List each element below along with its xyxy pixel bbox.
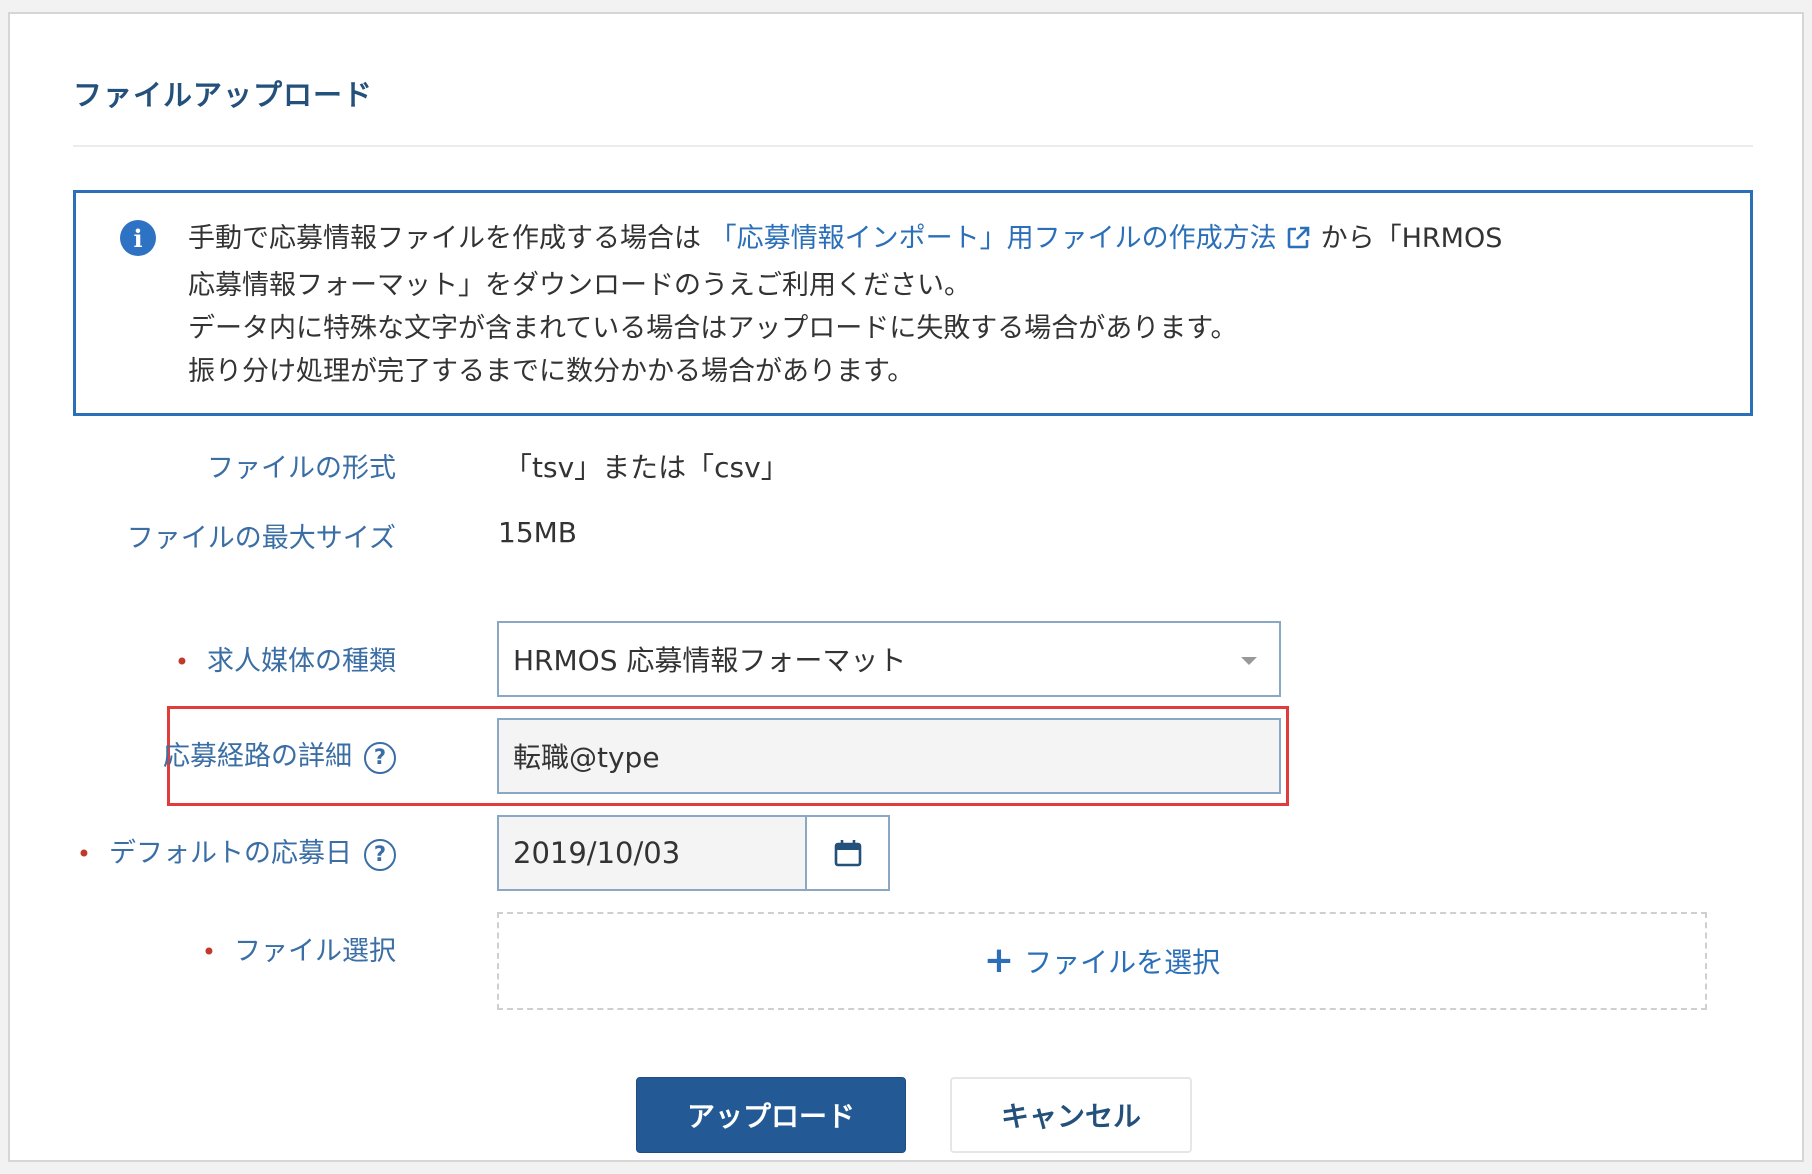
- notice-line3: データ内に特殊な文字が含まれている場合はアップロードに失敗する場合があります。: [188, 313, 1238, 344]
- file-select-dropzone[interactable]: + ファイルを選択: [497, 912, 1707, 1010]
- file-select-label-text: ファイル選択: [234, 936, 396, 967]
- import-file-guide-link[interactable]: 「応募情報インポート」用ファイルの作成方法: [710, 223, 1277, 254]
- info-notice: i 手動で応募情報ファイルを作成する場合は 「応募情報インポート」用ファイルの作…: [73, 190, 1753, 416]
- title-divider: [73, 145, 1753, 147]
- cancel-button[interactable]: キャンセル: [950, 1077, 1192, 1153]
- file-format-value: 「tsv」または「csv」: [504, 451, 789, 484]
- upload-button[interactable]: アップロード: [636, 1077, 906, 1153]
- notice-line2: 応募情報フォーマット」をダウンロードのうえご利用ください。: [188, 270, 971, 301]
- route-detail-label: 応募経路の詳細?: [163, 734, 396, 774]
- notice-line4: 振り分け処理が完了するまでに数分かかる場合があります。: [188, 356, 915, 387]
- plus-icon: +: [983, 940, 1015, 981]
- required-mark: •: [76, 840, 91, 868]
- calendar-button[interactable]: [805, 815, 890, 891]
- help-icon[interactable]: ?: [364, 741, 396, 774]
- external-link-icon[interactable]: [1285, 221, 1311, 264]
- help-icon[interactable]: ?: [364, 838, 396, 871]
- route-detail-label-text: 応募経路の詳細: [163, 741, 352, 772]
- upload-dialog: ファイルアップロード i 手動で応募情報ファイルを作成する場合は 「応募情報イン…: [18, 34, 1786, 1154]
- notice-line1-suffix: から「HRMOS: [1320, 223, 1503, 254]
- media-type-label: • 求人媒体の種類: [175, 639, 396, 678]
- required-mark: •: [201, 938, 216, 966]
- max-size-value: 15MB: [498, 516, 577, 549]
- default-date-label: • デフォルトの応募日?: [77, 831, 396, 871]
- media-type-select[interactable]: HRMOS 応募情報フォーマット: [497, 621, 1281, 697]
- default-date-input[interactable]: 2019/10/03: [497, 815, 807, 891]
- file-select-button-label: ファイルを選択: [1024, 946, 1221, 979]
- chevron-down-icon: [1241, 657, 1257, 665]
- default-date-label-text: デフォルトの応募日: [109, 838, 352, 869]
- route-detail-value: 転職@type: [513, 741, 660, 774]
- media-type-selected-value: HRMOS 応募情報フォーマット: [513, 644, 907, 677]
- required-mark: •: [174, 648, 189, 676]
- calendar-icon: [834, 840, 861, 867]
- notice-line1-prefix: 手動で応募情報ファイルを作成する場合は: [188, 223, 701, 254]
- max-size-label: ファイルの最大サイズ: [126, 523, 396, 554]
- media-type-label-text: 求人媒体の種類: [207, 646, 396, 677]
- route-detail-input[interactable]: 転職@type: [497, 718, 1281, 794]
- file-format-label: ファイルの形式: [207, 453, 396, 484]
- file-select-label: • ファイル選択: [202, 929, 396, 968]
- default-date-value: 2019/10/03: [513, 836, 681, 870]
- info-icon: i: [120, 220, 156, 256]
- dialog-frame: ファイルアップロード i 手動で応募情報ファイルを作成する場合は 「応募情報イン…: [8, 12, 1804, 1162]
- dialog-title: ファイルアップロード: [73, 78, 374, 112]
- notice-text: 手動で応募情報ファイルを作成する場合は 「応募情報インポート」用ファイルの作成方…: [188, 217, 1728, 393]
